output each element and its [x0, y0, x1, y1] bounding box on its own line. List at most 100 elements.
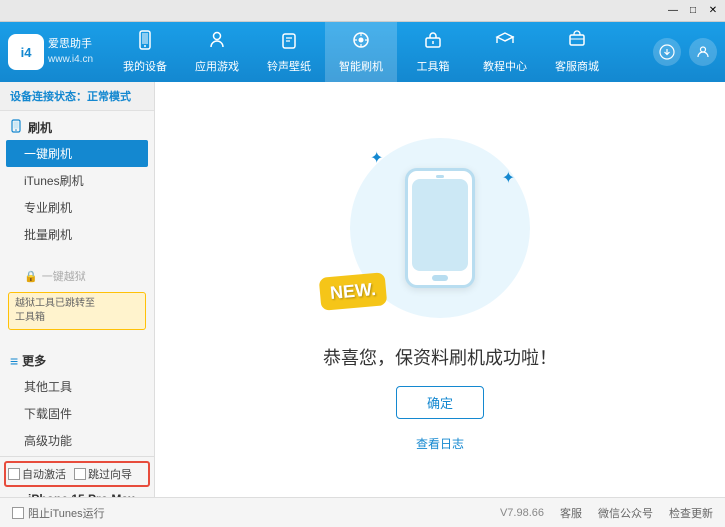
stop-itunes-label: 阻止iTunes运行: [28, 505, 105, 521]
logo: i4 爱思助手 www.i4.cn: [8, 34, 93, 70]
nav-service-label: 客服商城: [555, 58, 599, 74]
content-area: ✦ ✦ NEW. 恭喜您，保资料刷机成功啦！ 确定 查看日志: [155, 82, 725, 497]
nav-ringtones[interactable]: 铃声壁纸: [253, 22, 325, 82]
wechat-link[interactable]: 微信公众号: [598, 505, 653, 521]
auto-activate-item[interactable]: 自动激活: [8, 466, 66, 482]
user-btn[interactable]: [689, 38, 717, 66]
flash-section-icon: [10, 119, 24, 136]
main-area: 设备连接状态：正常模式 刷机 一键刷机 iTunes刷机 专业刷机 批量刷机: [0, 82, 725, 497]
smart-flash-icon: [351, 30, 371, 55]
minimize-icon[interactable]: —: [665, 3, 681, 19]
flash-section-label: 刷机: [28, 119, 52, 136]
device-info: iPhone 15 Pro Max 512GB iPhone: [28, 492, 135, 497]
nav-tutorials-label: 教程中心: [483, 58, 527, 74]
my-device-icon: [135, 30, 155, 55]
sidebar-item-pro-flash[interactable]: 专业刷机: [0, 194, 154, 221]
bottom-bar: 阻止iTunes运行 V7.98.66 客服 微信公众号 检查更新: [0, 497, 725, 527]
sparkle-icon-1: ✦: [370, 148, 383, 168]
apps-icon: [207, 30, 227, 55]
nav-apps-label: 应用游戏: [195, 58, 239, 74]
device-phone-icon: [6, 497, 24, 498]
nav-ringtones-label: 铃声壁纸: [267, 58, 311, 74]
logo-icon: i4: [8, 34, 44, 70]
version-text: V7.98.66: [500, 507, 544, 519]
nav-my-device[interactable]: 我的设备: [109, 22, 181, 82]
stop-itunes-checkbox[interactable]: [12, 507, 24, 519]
sidebar-bottom: 自动激活 跳过向导 iPhone 15 Pro Max 512GB iPhone: [0, 456, 154, 497]
guided-setup-item[interactable]: 跳过向导: [74, 466, 132, 482]
guided-setup-label: 跳过向导: [88, 466, 132, 482]
device-name: iPhone 15 Pro Max: [28, 492, 135, 497]
phone-shape: [405, 168, 475, 288]
customer-service-link[interactable]: 客服: [560, 505, 582, 521]
phone-screen: [412, 179, 468, 271]
sidebar-item-other-tools[interactable]: 其他工具: [0, 373, 154, 400]
auto-options-row: 自动激活 跳过向导: [4, 461, 150, 487]
top-bar: — □ ✕: [0, 0, 725, 22]
success-message: 恭喜您，保资料刷机成功啦！: [323, 344, 557, 370]
lock-icon: 🔒: [24, 270, 38, 283]
close-icon[interactable]: ✕: [705, 3, 721, 19]
more-icon: ≡: [10, 353, 18, 369]
device-item: iPhone 15 Pro Max 512GB iPhone: [4, 489, 150, 497]
sidebar-item-download-firmware[interactable]: 下载固件: [0, 400, 154, 427]
pro-flash-label: 专业刷机: [24, 201, 72, 215]
new-badge: NEW.: [319, 272, 388, 311]
jailbreak-section-header: 🔒 一键越狱: [0, 264, 154, 288]
view-log-link[interactable]: 查看日志: [416, 435, 464, 452]
jailbreak-section: 🔒 一键越狱 越狱工具已跳转至 工具箱: [0, 260, 154, 338]
auto-activate-label: 自动激活: [22, 466, 66, 482]
window-controls: — □ ✕: [665, 3, 721, 19]
sidebar-item-advanced[interactable]: 高级功能: [0, 427, 154, 454]
one-key-flash-label: 一键刷机: [24, 147, 72, 161]
more-section-header: ≡ 更多: [0, 348, 154, 373]
nav-my-device-label: 我的设备: [123, 58, 167, 74]
nav-toolbox[interactable]: 工具箱: [397, 22, 469, 82]
jailbreak-label: 一键越狱: [42, 268, 86, 284]
logo-url: www.i4.cn: [48, 53, 93, 67]
sidebar-item-itunes-flash[interactable]: iTunes刷机: [0, 167, 154, 194]
phone-home-button: [432, 275, 448, 281]
nav-bar: 我的设备 应用游戏 铃声壁纸 智能刷机 工具箱: [109, 22, 653, 82]
nav-smart-flash[interactable]: 智能刷机: [325, 22, 397, 82]
header-right: [653, 38, 717, 66]
header: i4 爱思助手 www.i4.cn 我的设备 应用游戏 铃声壁纸: [0, 22, 725, 82]
tutorials-icon: [495, 30, 515, 55]
auto-activate-checkbox[interactable]: [8, 468, 20, 480]
service-icon: [567, 30, 587, 55]
status-value: 正常模式: [87, 91, 131, 103]
maximize-icon[interactable]: □: [685, 3, 701, 19]
guided-setup-checkbox[interactable]: [74, 468, 86, 480]
confirm-button[interactable]: 确定: [396, 386, 484, 419]
sidebar: 设备连接状态：正常模式 刷机 一键刷机 iTunes刷机 专业刷机 批量刷机: [0, 82, 155, 497]
more-label: 更多: [22, 352, 46, 369]
new-badge-text: NEW.: [329, 279, 377, 303]
phone-illustration: ✦ ✦ NEW.: [340, 128, 540, 328]
phone-camera: [436, 175, 444, 178]
nav-apps-games[interactable]: 应用游戏: [181, 22, 253, 82]
notice-text: 越狱工具已跳转至 工具箱: [15, 298, 95, 323]
other-tools-label: 其他工具: [24, 380, 72, 394]
nav-toolbox-label: 工具箱: [417, 58, 450, 74]
download-firmware-label: 下载固件: [24, 407, 72, 421]
sidebar-item-batch-flash[interactable]: 批量刷机: [0, 221, 154, 248]
status-label: 设备连接状态：: [10, 91, 87, 103]
logo-text: 爱思助手 www.i4.cn: [48, 37, 93, 66]
advanced-label: 高级功能: [24, 434, 72, 448]
nav-smart-flash-label: 智能刷机: [339, 58, 383, 74]
sparkle-icon-2: ✦: [502, 168, 515, 188]
batch-flash-label: 批量刷机: [24, 228, 72, 242]
check-update-link[interactable]: 检查更新: [669, 505, 713, 521]
download-btn[interactable]: [653, 38, 681, 66]
connection-status: 设备连接状态：正常模式: [0, 82, 154, 111]
bottom-right-area: V7.98.66 客服 微信公众号 检查更新: [500, 505, 713, 521]
toolbox-icon: [423, 30, 443, 55]
nav-tutorials[interactable]: 教程中心: [469, 22, 541, 82]
flash-section-header: 刷机: [0, 115, 154, 140]
more-section: ≡ 更多 其他工具 下载固件 高级功能: [0, 346, 154, 456]
nav-service[interactable]: 客服商城: [541, 22, 613, 82]
stop-itunes-area: 阻止iTunes运行: [12, 505, 105, 521]
itunes-flash-label: iTunes刷机: [24, 174, 84, 188]
ringtones-icon: [279, 30, 299, 55]
sidebar-item-one-key-flash[interactable]: 一键刷机: [6, 140, 148, 167]
